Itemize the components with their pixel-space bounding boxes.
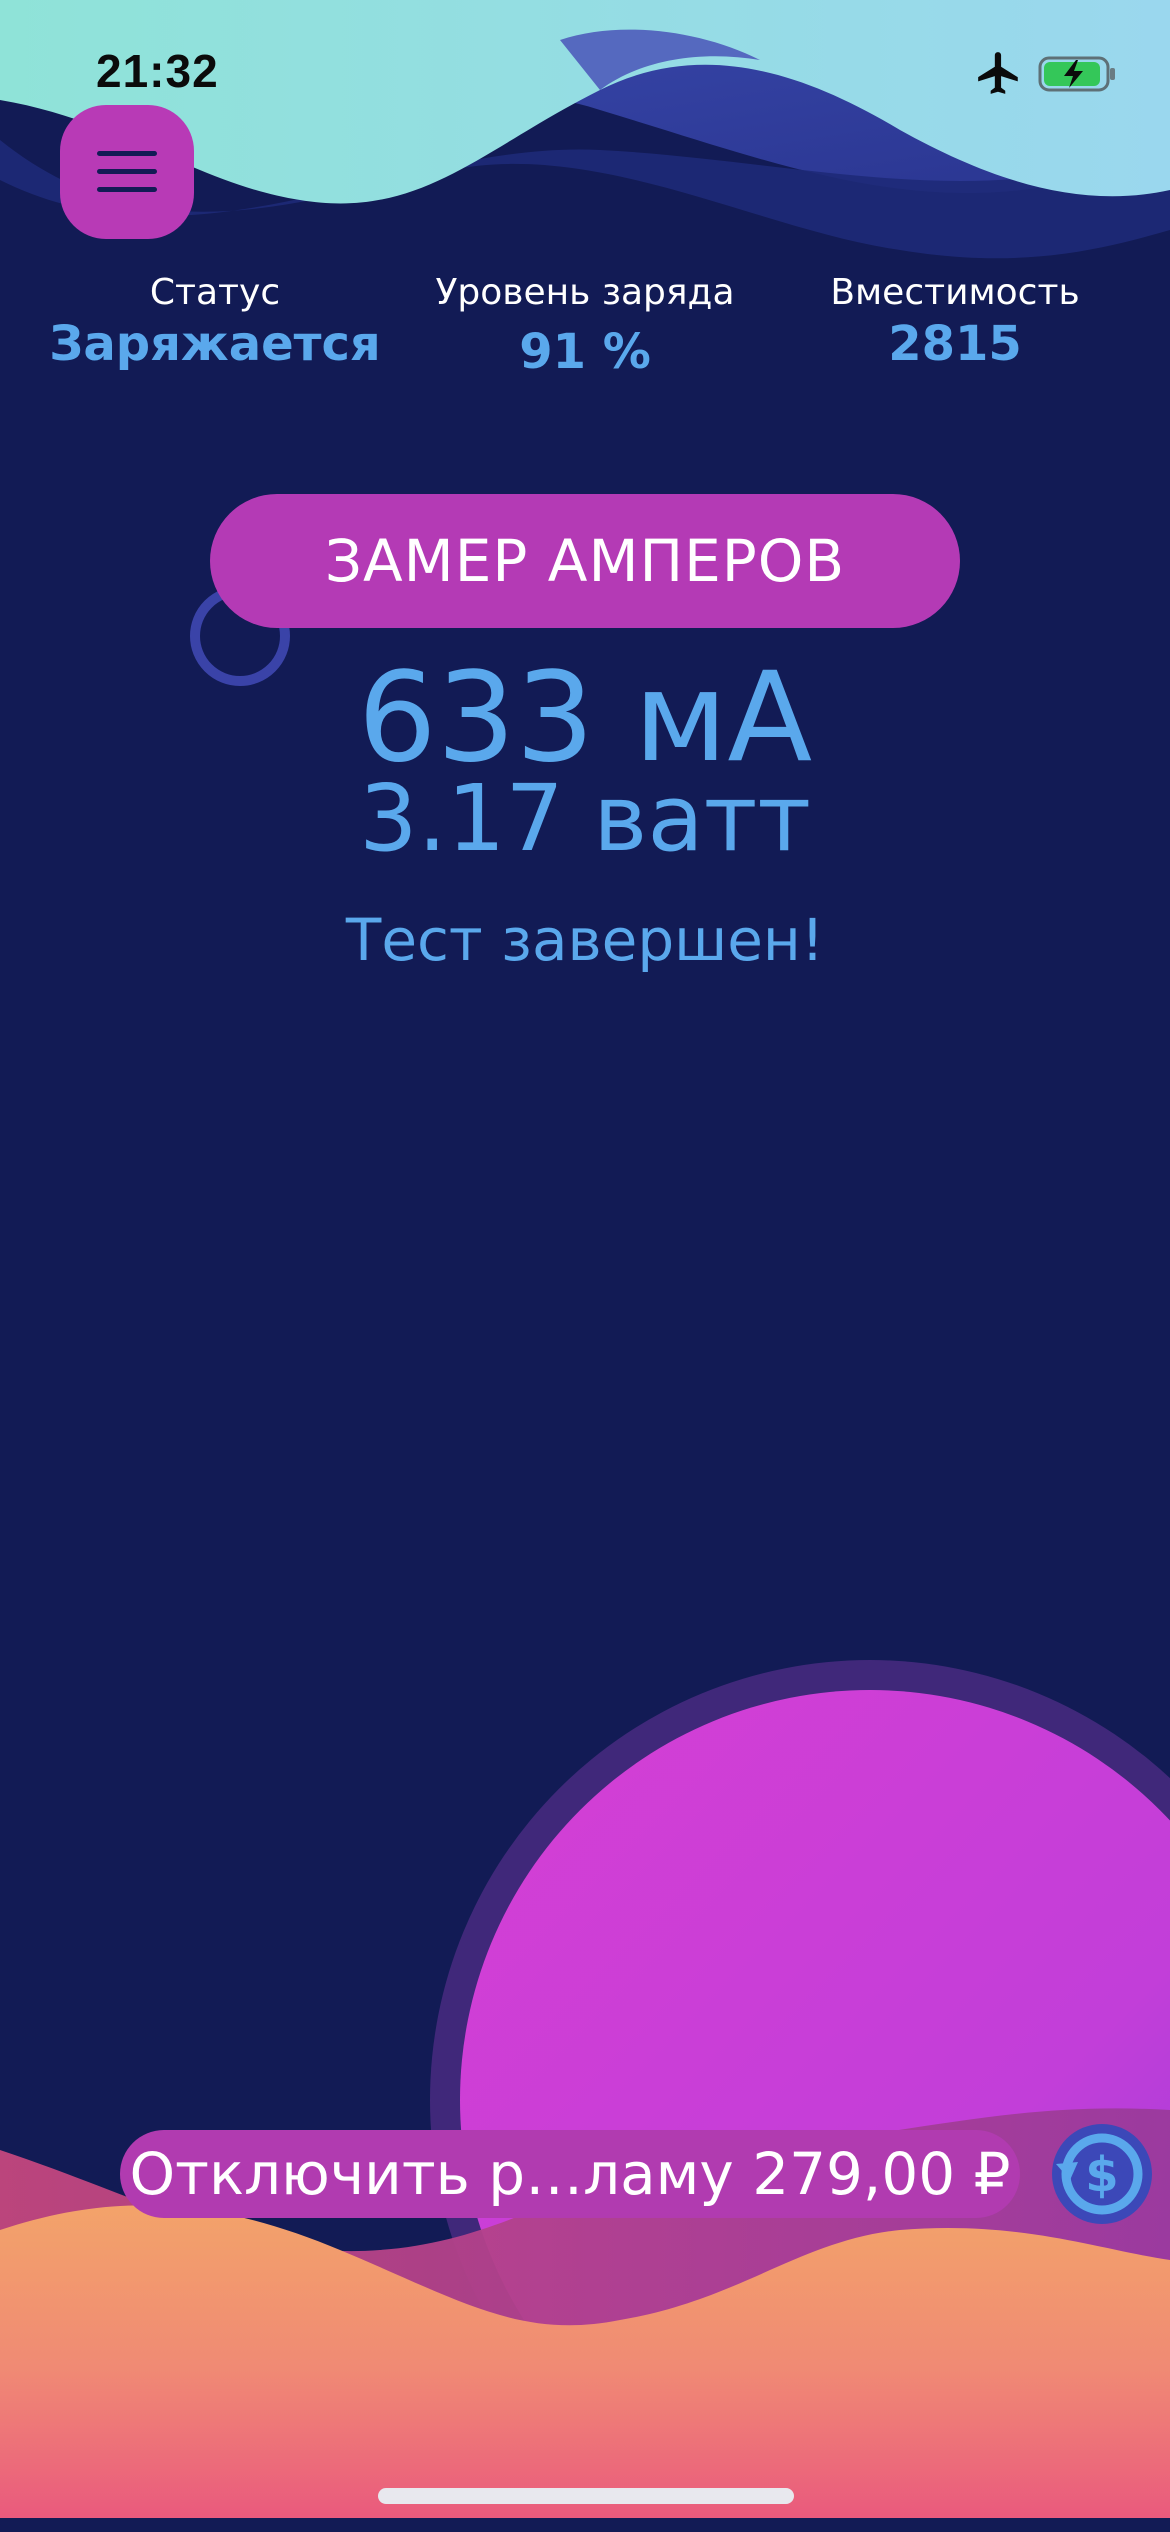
remove-ads-button[interactable]: Отключить р…ламу 279,00 ₽ <box>120 2130 1020 2218</box>
stat-capacity-value: 2815 <box>888 316 1022 372</box>
hamburger-menu-icon <box>97 151 157 192</box>
power-readout: 3.17 ватт <box>359 765 811 872</box>
stat-capacity: Вместимость 2815 <box>790 270 1120 372</box>
svg-text:$: $ <box>1085 2147 1118 2203</box>
measure-amps-button[interactable]: ЗАМЕР АМПЕРОВ <box>210 494 960 628</box>
stat-status: Статус Заряжается <box>20 270 410 372</box>
stat-charge-level: Уровень заряда 91 % <box>410 270 760 380</box>
airplane-icon <box>978 52 1018 94</box>
test-status-text: Тест завершен! <box>345 906 825 974</box>
restore-purchase-icon[interactable]: $ <box>1048 2120 1156 2228</box>
app-screen: 21:32 Статус Заряжается Уровень заряда 9… <box>0 0 1170 2532</box>
stat-charge-level-label: Уровень заряда <box>435 272 735 313</box>
stat-charge-level-value: 91 % <box>519 324 651 380</box>
home-indicator[interactable] <box>378 2488 794 2504</box>
stat-capacity-label: Вместимость <box>830 272 1080 313</box>
stat-status-value: Заряжается <box>49 316 381 372</box>
menu-button[interactable] <box>60 105 194 239</box>
stat-status-label: Статус <box>149 272 281 313</box>
battery-charging-icon <box>1038 56 1115 92</box>
status-bar-time: 21:32 <box>96 45 219 97</box>
